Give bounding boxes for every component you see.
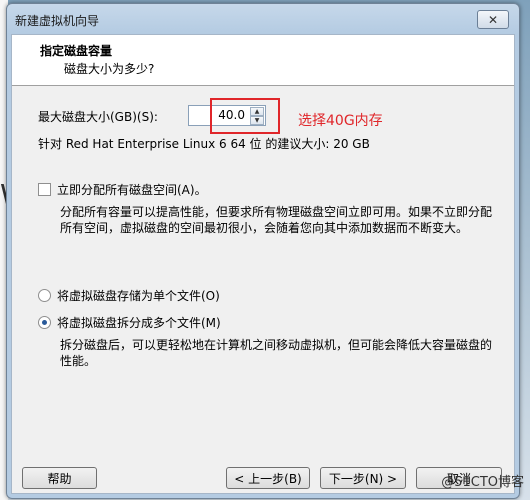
annotation-highlight-box	[210, 98, 280, 134]
new-vm-wizard-dialog: 新建虚拟机向导 ✕ 指定磁盘容量 磁盘大小为多少? 最大磁盘大小(GB)(S):…	[6, 3, 520, 499]
single-file-radio[interactable]	[38, 289, 51, 302]
close-button[interactable]: ✕	[477, 10, 509, 29]
allocate-description: 分配所有容量可以提高性能，但要求所有物理磁盘空间立即可用。如果不立即分配所有空间…	[60, 205, 493, 235]
page-subtitle: 磁盘大小为多少?	[64, 62, 155, 76]
single-file-label: 将虚拟磁盘存储为单个文件(O)	[57, 289, 220, 303]
window-title: 新建虚拟机向导	[15, 14, 100, 28]
recommended-size-text: 针对 Red Hat Enterprise Linux 6 64 位 的建议大小…	[38, 137, 370, 151]
max-disk-size-label: 最大磁盘大小(GB)(S):	[38, 110, 158, 124]
multi-file-description: 拆分磁盘后，可以更轻松地在计算机之间移动虚拟机，但可能会降低大容量磁盘的性能。	[60, 338, 493, 368]
annotation-text: 选择40G内存	[298, 113, 383, 129]
dialog-content: 指定磁盘容量 磁盘大小为多少? 最大磁盘大小(GB)(S): 40.0 ▲ ▼ …	[11, 34, 515, 494]
back-button[interactable]: < 上一步(B)	[226, 467, 310, 489]
multi-file-radio-row[interactable]: 将虚拟磁盘拆分成多个文件(M)	[38, 314, 221, 331]
next-button[interactable]: 下一步(N) >	[320, 467, 406, 489]
allocate-all-label: 立即分配所有磁盘空间(A)。	[57, 183, 207, 197]
watermark: @51CTO博客	[441, 475, 524, 490]
help-button[interactable]: 帮助	[22, 467, 97, 489]
multi-file-radio[interactable]	[38, 316, 51, 329]
allocate-all-checkbox[interactable]	[38, 183, 51, 196]
page-title: 指定磁盘容量	[40, 44, 113, 58]
allocate-all-checkbox-row[interactable]: 立即分配所有磁盘空间(A)。	[38, 181, 207, 198]
single-file-radio-row[interactable]: 将虚拟磁盘存储为单个文件(O)	[38, 287, 220, 304]
multi-file-label: 将虚拟磁盘拆分成多个文件(M)	[57, 316, 221, 330]
header-panel: 指定磁盘容量 磁盘大小为多少?	[12, 35, 514, 86]
title-bar[interactable]: 新建虚拟机向导 ✕	[7, 4, 519, 34]
close-icon: ✕	[487, 12, 499, 27]
